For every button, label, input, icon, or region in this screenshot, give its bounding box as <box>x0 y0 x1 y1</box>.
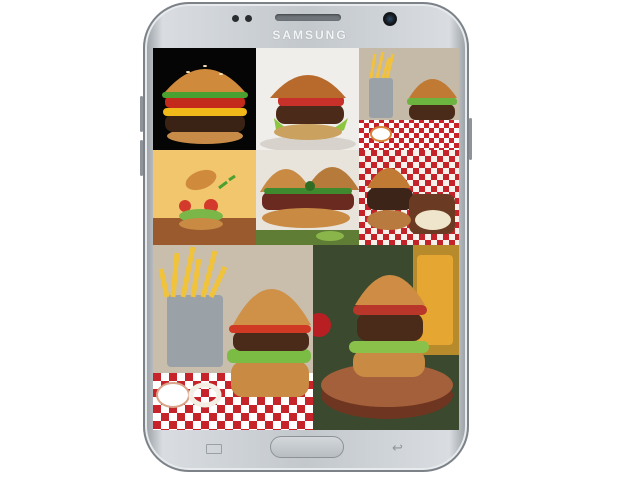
earpiece-speaker <box>275 14 341 21</box>
recent-apps-icon[interactable] <box>206 444 222 454</box>
photo-tile-burger-coleslaw-checkered[interactable] <box>359 150 459 245</box>
burger-photo-icon <box>313 245 459 430</box>
photo-tile-burger-on-wood-board[interactable] <box>313 245 459 430</box>
volume-down-button[interactable] <box>140 140 143 176</box>
photo-tile-burger-on-black[interactable] <box>153 48 256 150</box>
burger-photo-icon <box>256 48 359 150</box>
home-button[interactable] <box>270 436 344 458</box>
power-button[interactable] <box>469 118 472 160</box>
photo-tile-burger-jalapeno-pickles[interactable] <box>256 150 359 245</box>
front-camera <box>383 12 397 26</box>
photo-tile-burger-fries-bucket[interactable] <box>153 245 313 430</box>
burger-photo-icon <box>153 150 256 245</box>
back-icon[interactable]: ↩ <box>392 441 403 455</box>
volume-up-button[interactable] <box>140 96 143 132</box>
photo-tile-burger-fries-checkered[interactable] <box>359 48 459 150</box>
proximity-sensor <box>232 15 239 22</box>
burger-photo-icon <box>153 245 313 430</box>
brand-logo: SAMSUNG <box>272 28 348 42</box>
burger-photo-icon <box>359 48 459 150</box>
photo-tile-exploded-burger[interactable] <box>153 150 256 245</box>
light-sensor <box>245 15 252 22</box>
screen <box>153 48 459 430</box>
photo-tile-burger-with-lettuce[interactable] <box>256 48 359 150</box>
burger-photo-icon <box>153 48 256 150</box>
burger-photo-icon <box>256 150 359 245</box>
burger-photo-icon <box>359 150 459 245</box>
